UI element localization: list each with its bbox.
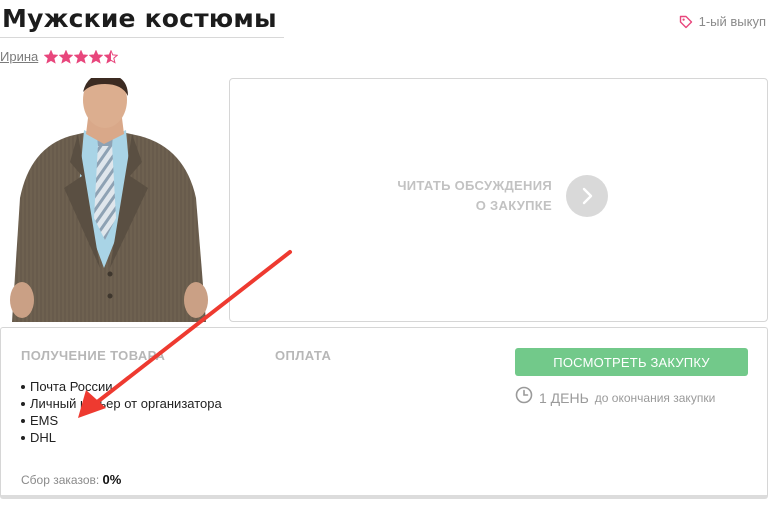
bullet-icon [21,402,25,406]
star-icon [59,49,74,64]
read-discussion-link[interactable]: ЧИТАТЬ ОБСУЖДЕНИЯ О ЗАКУПКЕ [380,175,610,217]
bullet-icon [21,436,25,440]
payment-heading: ОПЛАТА [275,348,332,363]
list-item: EMS [21,412,222,429]
delivery-methods-list: Почта России Личный курьер от организато… [21,378,222,446]
deadline-value: 1 ДЕНЬ [539,389,589,406]
deadline-row: 1 ДЕНЬ до окончания закупки [515,386,715,409]
tag-icon [679,15,693,29]
page-title: Мужские костюмы [2,4,277,33]
purchase-badge-label: 1-ый выкуп [698,14,766,29]
bullet-icon [21,385,25,389]
orders-value: 0% [102,472,122,487]
organizer-link[interactable]: Ирина [0,49,38,64]
view-purchase-button[interactable]: ПОСМОТРЕТЬ ЗАКУПКУ [515,348,748,376]
discussion-panel: ЧИТАТЬ ОБСУЖДЕНИЯ О ЗАКУПКЕ [229,78,768,322]
star-icon [74,49,89,64]
delivery-heading: ПОЛУЧЕНИЕ ТОВАРА [21,348,166,363]
purchase-badge: 1-ый выкуп [679,14,766,29]
clock-icon [515,386,533,409]
discussion-label: ЧИТАТЬ ОБСУЖДЕНИЯ О ЗАКУПКЕ [397,178,552,213]
star-icon [104,49,119,64]
organizer-row: Ирина [0,49,119,64]
deadline-suffix: до окончания закупки [594,390,716,405]
chevron-right-icon[interactable] [566,175,608,217]
orders-progress: Сбор заказов: 0% [21,472,121,487]
star-icon [89,49,104,64]
list-item: DHL [21,429,222,446]
list-item: Почта России [21,378,222,395]
bullet-icon [21,419,25,423]
title-divider [0,37,284,38]
orders-label: Сбор заказов: [21,473,100,487]
list-item: Личный курьер от организатора [21,395,222,412]
star-icon [44,49,59,64]
product-photo [0,78,216,322]
purchase-info-panel: ПОЛУЧЕНИЕ ТОВАРА ОПЛАТА Почта России Лич… [0,327,768,499]
rating-stars [44,49,119,64]
